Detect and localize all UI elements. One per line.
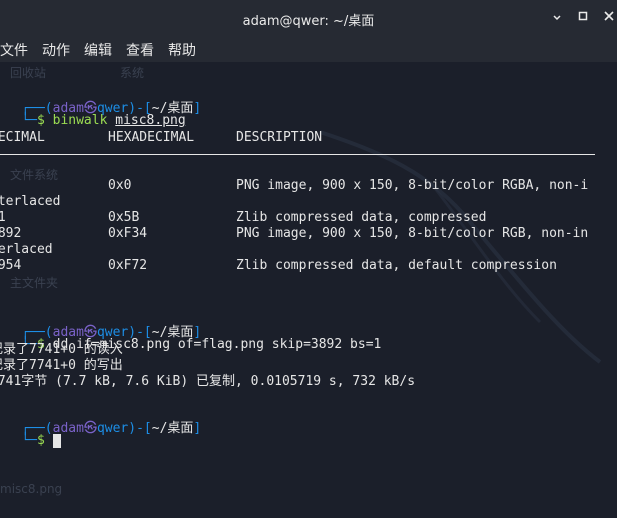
row-2-hex: 0xF34 bbox=[108, 226, 148, 241]
menu-bar: 文件 动作 编辑 查看 帮助 bbox=[0, 36, 617, 62]
command-line-3[interactable]: └─$ bbox=[0, 418, 61, 448]
dd-output-1: 记录了7741+0 的读入 bbox=[0, 342, 123, 357]
command-line-1: └─$ binwalk misc8.png bbox=[21, 113, 186, 128]
prompt-line-1: ┌──(adam㉿qwer)-[~/桌面] bbox=[21, 101, 202, 116]
window-title: adam@qwer: ~/桌面 bbox=[242, 14, 375, 29]
text-cursor bbox=[52, 433, 61, 448]
row-3-desc: Zlib compressed data, default compressio… bbox=[236, 258, 557, 273]
maximize-button[interactable] bbox=[575, 8, 591, 24]
terminal-area[interactable]: 回收站 系统 文件系统 主文件夹 misc8.png ┌──(adam㉿qwer… bbox=[0, 62, 617, 518]
ghost-system: 系统 bbox=[120, 66, 145, 80]
close-icon bbox=[604, 11, 614, 21]
menu-help[interactable]: 帮助 bbox=[168, 40, 196, 60]
close-button[interactable] bbox=[601, 8, 617, 24]
ghost-file: misc8.png bbox=[0, 482, 63, 496]
ghost-trash: 回收站 bbox=[10, 66, 47, 80]
title-bar: adam@qwer: ~/桌面 bbox=[0, 0, 617, 36]
binwalk-header-desc: DESCRIPTION bbox=[236, 130, 323, 145]
row-2-wrap: terlaced bbox=[0, 242, 53, 257]
command-line-2: └─$ dd if=misc8.png of=flag.png skip=389… bbox=[21, 337, 382, 352]
menu-action[interactable]: 动作 bbox=[42, 40, 70, 60]
binwalk-header-decimal: DECIMAL bbox=[0, 130, 45, 145]
binwalk-header-hex: HEXADECIMAL bbox=[108, 130, 195, 145]
row-1-hex: 0x5B bbox=[108, 210, 140, 225]
maximize-icon bbox=[578, 11, 588, 21]
row-2-desc: PNG image, 900 x 150, 8-bit/color RGB, n… bbox=[236, 226, 589, 241]
row-0-hex: 0x0 bbox=[108, 178, 132, 193]
row-1-decimal: 91 bbox=[0, 210, 6, 225]
window-controls bbox=[549, 8, 617, 24]
row-3-decimal: 3954 bbox=[0, 258, 22, 273]
prompt-line-2: ┌──(adam㉿qwer)-[~/桌面] bbox=[21, 325, 202, 340]
prompt-line-3: ┌──(adam㉿qwer)-[~/桌面] bbox=[21, 421, 202, 436]
row-2-decimal: 3892 bbox=[0, 226, 22, 241]
menu-file[interactable]: 文件 bbox=[0, 40, 28, 60]
row-3-hex: 0xF72 bbox=[108, 258, 148, 273]
row-0-desc: PNG image, 900 x 150, 8-bit/color RGBA, … bbox=[236, 178, 589, 193]
dd-output-3: 7741字节 (7.7 kB, 7.6 KiB) 已复制, 0.0105719 … bbox=[0, 374, 416, 389]
ghost-home: 主文件夹 bbox=[10, 276, 59, 290]
menu-edit[interactable]: 编辑 bbox=[84, 40, 112, 60]
header-separator bbox=[0, 154, 595, 155]
ghost-filesystem: 文件系统 bbox=[10, 168, 59, 182]
minimize-button[interactable] bbox=[549, 8, 565, 24]
menu-view[interactable]: 查看 bbox=[126, 40, 154, 60]
row-0-wrap: nterlaced bbox=[0, 194, 61, 209]
row-1-desc: Zlib compressed data, compressed bbox=[236, 210, 487, 225]
dd-output-2: 记录了7741+0 的写出 bbox=[0, 358, 123, 373]
minimize-icon bbox=[553, 15, 561, 21]
